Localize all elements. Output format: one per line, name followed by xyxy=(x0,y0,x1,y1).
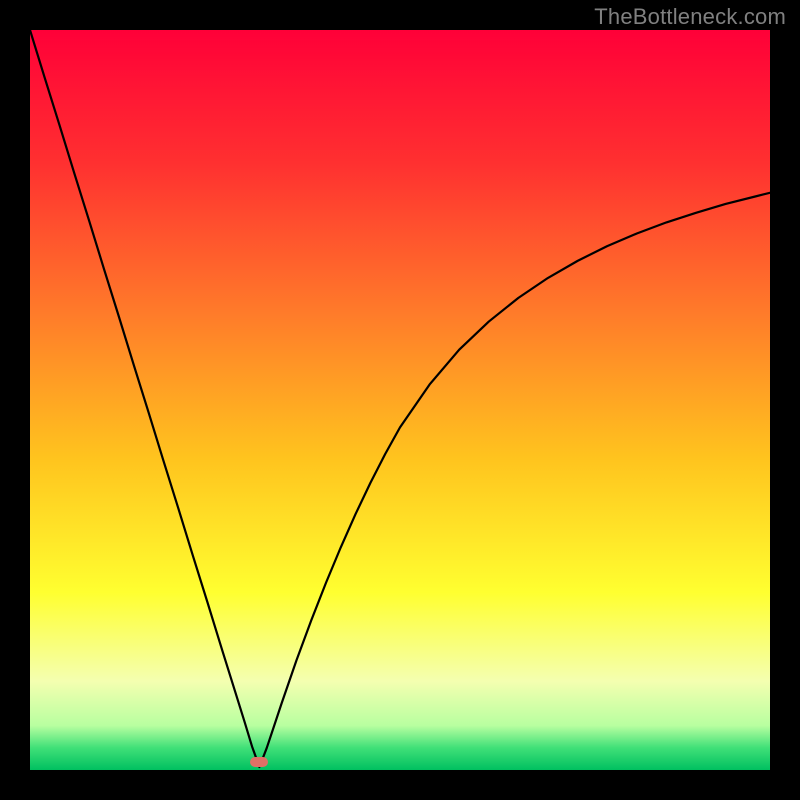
bottleneck-chart xyxy=(30,30,770,770)
chart-container: TheBottleneck.com xyxy=(0,0,800,800)
gradient-background xyxy=(30,30,770,770)
optimum-marker xyxy=(250,757,268,767)
watermark-text: TheBottleneck.com xyxy=(594,4,786,30)
